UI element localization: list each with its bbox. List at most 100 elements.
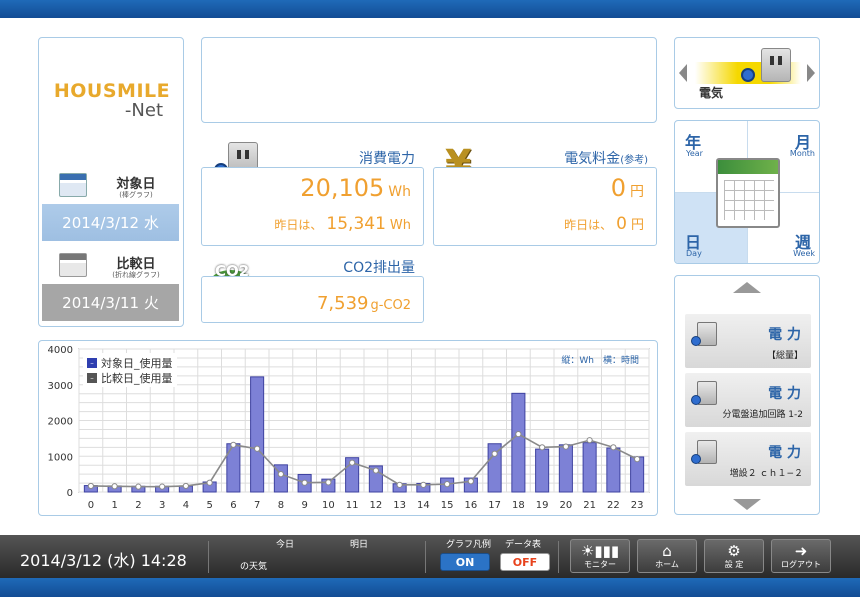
logo-sub-text: -Net xyxy=(124,100,163,121)
line-point xyxy=(254,445,261,452)
x-tick-label: 0 xyxy=(88,500,94,511)
legend-compare: – 比較日_使用量 xyxy=(87,370,173,385)
legend-target: – 対象日_使用量 xyxy=(87,355,173,370)
y-tick-label: 4000 xyxy=(48,345,73,356)
circuit-sub: 【総量】 xyxy=(766,351,803,361)
x-tick-label: 7 xyxy=(254,500,260,511)
chart-unit-note: 縦：Wh 横：時間 xyxy=(561,356,639,366)
period-selector-panel: 年 Year 月 Month 日 Day 週 Week xyxy=(674,120,820,264)
data-table-toggle[interactable]: OFF xyxy=(500,553,550,571)
x-tick-label: 3 xyxy=(159,500,165,511)
y-tick-label: 1000 xyxy=(48,452,73,463)
circuit-sub: 分電盤追加回路 1-2 xyxy=(722,410,803,420)
line-point xyxy=(586,437,593,444)
top-bar xyxy=(0,0,860,18)
line-point xyxy=(111,483,118,490)
compare-date-button[interactable]: 2014/3/11 火 xyxy=(42,284,179,321)
line-point xyxy=(420,481,427,488)
line-point xyxy=(277,471,284,478)
weather-today-label: 今日 xyxy=(276,540,295,550)
circuit-title: 電 力 xyxy=(768,386,801,402)
x-tick-label: 2 xyxy=(135,500,141,511)
bar xyxy=(558,444,573,493)
y-tick-label: 0 xyxy=(67,488,73,499)
x-tick-label: 6 xyxy=(230,500,236,511)
scroll-up-icon[interactable] xyxy=(733,282,761,293)
weather-tomorrow-label: 明日 xyxy=(350,540,369,550)
x-tick-label: 21 xyxy=(583,500,596,511)
co2-title: CO2排出量 xyxy=(343,260,415,276)
power-consumption-panel: 消費電力 20,105 Wh 昨日は、 15,341 Wh xyxy=(201,151,424,246)
plug-icon xyxy=(691,395,701,405)
next-energy-arrow-icon[interactable] xyxy=(807,64,815,82)
line-point xyxy=(491,450,498,457)
circuit-item-panel-1-2[interactable]: 電 力 分電盤追加回路 1-2 xyxy=(685,373,811,427)
legend-swatch-compare: – xyxy=(87,372,97,383)
previous-energy-arrow-icon[interactable] xyxy=(679,64,687,82)
co2-value: 7,539 g-CO2 xyxy=(316,293,411,314)
legend-toggle[interactable]: ON xyxy=(440,553,490,571)
y-tick-label: 2000 xyxy=(48,417,73,428)
line-point xyxy=(206,479,213,486)
line-point xyxy=(444,481,451,488)
line-point xyxy=(372,467,379,474)
bar xyxy=(250,376,265,493)
line-point xyxy=(87,482,94,490)
power-title: 消費電力 xyxy=(359,151,415,167)
line-point xyxy=(539,444,546,451)
target-date-sublabel: (棒グラフ) xyxy=(119,191,153,199)
circuit-title: 電 力 xyxy=(768,327,801,343)
bottom-bar xyxy=(0,578,860,597)
usage-chart-panel: 0 1000 2000 3000 4000 0 1 2 3 4 5 6 7 8 9 10 11 12 13 14 15 1… xyxy=(38,340,658,516)
housmile-logo: HOUSMILE -Net xyxy=(47,80,177,121)
line-point xyxy=(467,478,474,485)
circuit-item-extension-ch1-2[interactable]: 電 力 増設２ ｃｈ１−２ xyxy=(685,432,811,486)
line-point xyxy=(634,456,641,463)
x-tick-label: 14 xyxy=(417,500,430,511)
x-tick-label: 5 xyxy=(206,500,212,511)
monitor-button[interactable]: ☀▮▮▮ モニター xyxy=(570,539,630,573)
fee-yesterday: 昨日は、 0 円 xyxy=(564,214,644,234)
chart-legend: – 対象日_使用量 – 比較日_使用量 xyxy=(83,353,177,387)
fee-value: 0円 xyxy=(610,174,644,202)
logout-button[interactable]: ➜ ログアウト xyxy=(771,539,831,573)
bar xyxy=(630,456,645,493)
power-yesterday: 昨日は、 15,341 Wh xyxy=(274,214,411,234)
energy-label: 電気 xyxy=(699,86,724,100)
line-point xyxy=(349,459,356,466)
compare-date-label-row: 比較日 (折れ線グラフ) xyxy=(59,251,179,285)
target-date-label-row: 対象日 (棒グラフ) xyxy=(59,171,179,205)
line-point xyxy=(515,430,522,438)
circuit-item-total[interactable]: 電 力 【総量】 xyxy=(685,314,811,368)
electricity-fee-panel: 電気料金(参考) 0円 昨日は、 0 円 xyxy=(433,151,657,246)
weather-label: の天気 xyxy=(240,562,268,572)
line-point xyxy=(301,479,308,486)
circuit-title: 電 力 xyxy=(768,445,801,461)
bar xyxy=(582,442,597,493)
x-tick-label: 1 xyxy=(111,500,117,511)
divider xyxy=(208,541,209,573)
x-tick-label: 12 xyxy=(370,500,383,511)
outlet-icon xyxy=(761,48,791,82)
plug-icon xyxy=(691,336,701,346)
legend-swatch-target: – xyxy=(87,357,97,368)
x-tick-label: 23 xyxy=(631,500,644,511)
x-tick-label: 8 xyxy=(278,500,284,511)
settings-button[interactable]: ⚙ 設 定 xyxy=(704,539,764,573)
bar xyxy=(606,447,621,493)
line-point xyxy=(562,443,569,450)
legend-toggle-label: グラフ凡例 xyxy=(446,540,492,550)
bar xyxy=(511,392,526,493)
x-tick-label: 15 xyxy=(441,500,454,511)
circuit-sub: 増設２ ｃｈ１−２ xyxy=(729,469,803,479)
x-tick-label: 20 xyxy=(560,500,573,511)
calendar-icon xyxy=(716,158,780,228)
target-date-button[interactable]: 2014/3/12 水 xyxy=(42,204,179,241)
x-tick-label: 19 xyxy=(536,500,549,511)
line-point xyxy=(159,483,166,490)
home-button[interactable]: ⌂ ホーム xyxy=(637,539,697,573)
plug-icon xyxy=(691,454,701,464)
fee-title: 電気料金(参考) xyxy=(564,151,648,167)
message-panel xyxy=(201,37,657,123)
scroll-down-icon[interactable] xyxy=(733,499,761,510)
